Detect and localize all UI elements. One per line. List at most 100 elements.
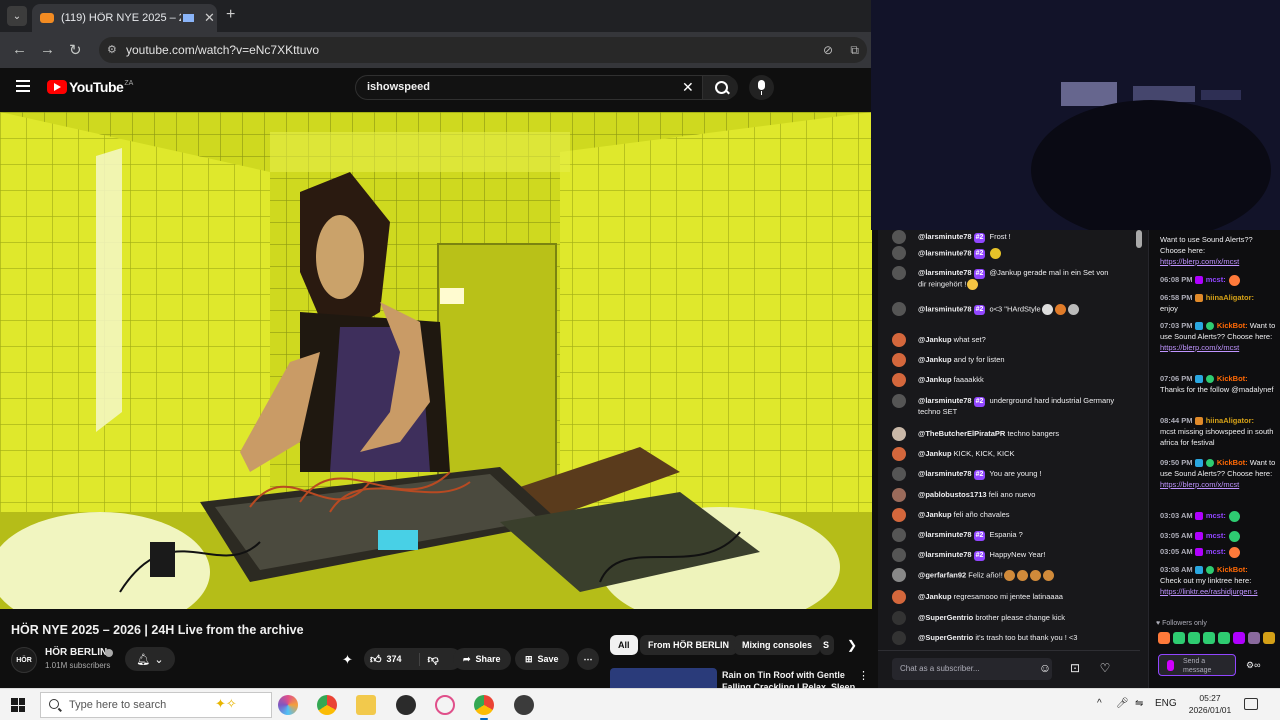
chip-from-channel[interactable]: From HÖR BERLIN — [640, 635, 737, 655]
chat-username[interactable]: @larsminute78 — [918, 248, 972, 257]
tab-youtube[interactable]: (119) HÖR NYE 2025 – 2026 ✕ — [32, 4, 217, 32]
chat-username[interactable]: @SuperGentrio — [918, 633, 973, 642]
address-bar[interactable]: ⚙ youtube.com/watch?v=eNc7XKttuvo ⊘ ⧉ — [99, 37, 867, 63]
more-actions-button[interactable]: ⋯ — [577, 648, 599, 670]
show-hidden-icons[interactable]: ^ — [1097, 698, 1102, 709]
user-avatar[interactable] — [892, 631, 906, 645]
chat-input[interactable]: Chat as a subscriber... — [892, 658, 1052, 680]
channel-name[interactable]: HÖR BERLIN — [45, 647, 107, 658]
emote-icon[interactable] — [1263, 632, 1275, 644]
file-explorer-icon[interactable] — [356, 695, 376, 715]
user-avatar[interactable] — [892, 508, 906, 522]
user-avatar[interactable] — [892, 266, 906, 280]
heart-icon[interactable]: ♡ — [1098, 661, 1112, 675]
back-button[interactable]: ← — [12, 41, 27, 58]
taskbar-search-input[interactable]: Type here to search — [40, 692, 272, 718]
user-avatar[interactable] — [892, 246, 906, 260]
notification-center-icon[interactable] — [1244, 698, 1258, 710]
chat-username[interactable]: @gerfarfan92 — [918, 570, 966, 579]
chat-username[interactable]: @pablobustos1713 — [918, 490, 987, 499]
chip-all[interactable]: All — [610, 635, 638, 655]
user-avatar[interactable] — [892, 528, 906, 542]
like-icon[interactable]: 👍︎ — [370, 653, 382, 666]
side-chat-panel[interactable]: Want to use Sound Alerts?? Choose here: … — [1148, 230, 1280, 688]
obs-icon[interactable] — [396, 695, 416, 715]
hamburger-menu-icon[interactable] — [16, 80, 30, 92]
chat-username[interactable]: @larsminute78 — [918, 550, 972, 559]
channel-avatar[interactable]: HÖR — [11, 647, 37, 673]
chat-username[interactable]: @Jankup — [918, 592, 952, 601]
message-user[interactable]: KickBot: — [1217, 565, 1248, 574]
app-icon[interactable] — [514, 695, 534, 715]
new-tab-button[interactable]: + — [226, 6, 235, 24]
extension-puzzle-icon[interactable]: ✦ — [342, 652, 353, 668]
user-avatar[interactable] — [892, 373, 906, 387]
user-avatar[interactable] — [892, 447, 906, 461]
chat-username[interactable]: @larsminute78 — [918, 396, 972, 405]
user-avatar[interactable] — [892, 488, 906, 502]
recommended-title[interactable]: Rain on Tin Roof with Gentle Falling Cra… — [722, 669, 857, 689]
clear-search-icon[interactable]: ✕ — [682, 79, 694, 96]
network-icon[interactable]: ⇋ — [1135, 698, 1143, 709]
user-avatar[interactable] — [892, 467, 906, 481]
gift-icon[interactable]: ⊡ — [1068, 661, 1082, 675]
emote-icon[interactable] — [1218, 632, 1230, 644]
chat-username[interactable]: @SuperGentrio — [918, 613, 973, 622]
live-chat-panel[interactable]: @larsminute78 #2 Frost ! @larsminute78 #2 @… — [878, 230, 1148, 688]
chat-username[interactable]: @Jankup — [918, 510, 952, 519]
video-player[interactable] — [0, 112, 872, 609]
chat-username[interactable]: @larsminute78 — [918, 469, 972, 478]
user-avatar[interactable] — [892, 394, 906, 408]
chevron-right-icon[interactable]: ❯ — [847, 638, 857, 652]
emote-icon[interactable] — [1173, 632, 1185, 644]
message-user[interactable]: mcst: — [1206, 511, 1226, 520]
windows-start-icon[interactable] — [11, 698, 25, 712]
chat-username[interactable]: @larsminute78 — [918, 268, 972, 277]
emote-icon[interactable] — [1233, 632, 1245, 644]
voice-search-icon[interactable] — [749, 75, 774, 100]
user-avatar[interactable] — [892, 353, 906, 367]
subscribed-bell-button[interactable]: 🔔︎ ⌄ — [125, 647, 175, 671]
user-avatar[interactable] — [892, 230, 906, 244]
chat-username[interactable]: @Jankup — [918, 335, 952, 344]
search-icon[interactable] — [702, 76, 738, 99]
site-info-icon[interactable]: ⚙ — [107, 37, 117, 63]
more-vert-icon[interactable]: ⋮ — [858, 669, 869, 682]
search-box[interactable]: ishowspeed ✕ — [355, 75, 738, 100]
user-avatar[interactable] — [892, 427, 906, 441]
dislike-icon[interactable]: 👎︎ — [418, 652, 439, 666]
recommended-thumbnail[interactable] — [610, 668, 717, 690]
chat-username[interactable]: @larsminute78 — [918, 304, 972, 313]
copilot-app-icon[interactable] — [278, 695, 298, 715]
emote-icon[interactable] — [1203, 632, 1215, 644]
message-user[interactable]: hiinaAligator: — [1206, 416, 1254, 425]
copilot-sparkle-icon[interactable]: ✦✧ — [215, 696, 237, 712]
chat-username[interactable]: @larsminute78 — [918, 530, 972, 539]
message-user[interactable]: mcst: — [1206, 275, 1226, 284]
settings-icon[interactable]: ⚙∞ — [1246, 660, 1260, 671]
chat-username[interactable]: @Jankup — [918, 449, 952, 458]
language-indicator[interactable]: ENG — [1155, 698, 1177, 709]
chip-mixing-consoles[interactable]: Mixing consoles — [734, 635, 821, 655]
forward-button[interactable]: → — [40, 41, 55, 58]
emote-icon[interactable] — [1158, 632, 1170, 644]
chrome-active-icon[interactable] — [474, 695, 494, 720]
close-tab-icon[interactable]: ✕ — [204, 10, 215, 26]
user-avatar[interactable] — [892, 333, 906, 347]
chat-username[interactable]: @larsminute78 — [918, 232, 972, 241]
message-user[interactable]: KickBot: — [1217, 321, 1248, 330]
chip-partial[interactable]: S — [820, 635, 834, 655]
youtube-logo[interactable]: YouTube ZA — [47, 79, 133, 95]
chat-username[interactable]: @Jankup — [918, 355, 952, 364]
snipping-tool-icon[interactable] — [435, 695, 455, 715]
user-avatar[interactable] — [892, 548, 906, 562]
send-message-input[interactable]: Send a message — [1158, 654, 1236, 676]
emote-icon[interactable] — [1248, 632, 1260, 644]
save-button[interactable]: ⊞ Save — [515, 648, 569, 670]
side-message-link[interactable]: https://blerp.com/x/mcst — [1160, 257, 1239, 266]
message-user[interactable]: KickBot: — [1217, 374, 1248, 383]
search-input[interactable]: ishowspeed — [367, 81, 430, 93]
side-message-link[interactable]: https://blerp.com/x/mcst — [1160, 343, 1239, 352]
chat-username[interactable]: @Jankup — [918, 375, 952, 384]
share-button[interactable]: ➦ Share — [453, 648, 511, 670]
